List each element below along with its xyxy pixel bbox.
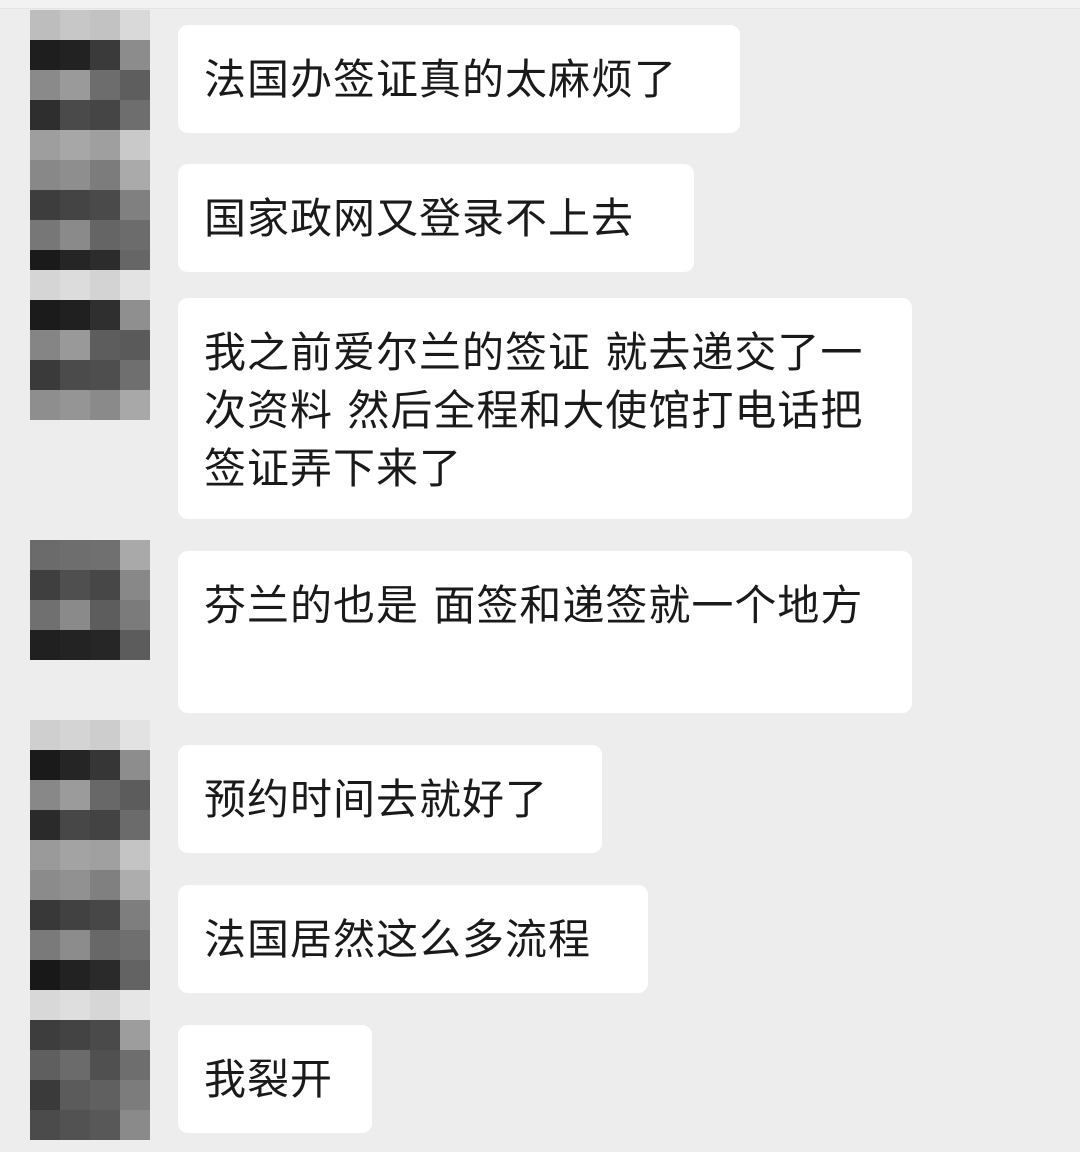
avatar[interactable]	[30, 540, 150, 660]
message-text: 法国居然这么多流程	[204, 915, 592, 964]
message-bubble[interactable]: 我裂开	[178, 1025, 372, 1133]
message-bubble[interactable]: 法国居然这么多流程	[178, 885, 648, 993]
avatar[interactable]	[30, 10, 150, 270]
message-bubble[interactable]: 预约时间去就好了	[178, 745, 602, 853]
message-text: 预约时间去就好了	[204, 775, 549, 824]
message-text: 法国办签证真的太麻烦了	[204, 55, 678, 104]
message-bubble[interactable]: 国家政网又登录不上去	[178, 164, 694, 272]
avatar[interactable]	[30, 990, 150, 1140]
message-bubble[interactable]: 我之前爱尔兰的签证 就去递交了一次资料 然后全程和大使馆打电话把签证弄下来了	[178, 298, 912, 519]
message-text: 我裂开	[204, 1055, 334, 1104]
message-text: 芬兰的也是 面签和递签就一个地方	[204, 581, 864, 630]
message-bubble[interactable]: 法国办签证真的太麻烦了	[178, 25, 740, 133]
avatar[interactable]	[30, 720, 150, 990]
message-text: 我之前爱尔兰的签证 就去递交了一次资料 然后全程和大使馆打电话把签证弄下来了	[204, 328, 864, 493]
avatar[interactable]	[30, 270, 150, 420]
top-divider	[0, 0, 1080, 9]
message-text: 国家政网又登录不上去	[204, 194, 635, 243]
message-bubble[interactable]: 芬兰的也是 面签和递签就一个地方	[178, 551, 912, 713]
